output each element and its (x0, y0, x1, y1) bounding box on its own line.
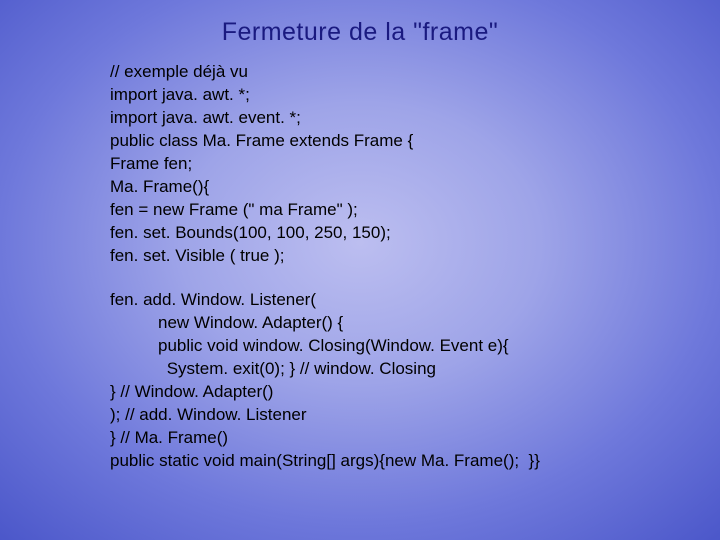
code-line: import java. awt. *; (110, 84, 720, 107)
code-line: fen. set. Bounds(100, 100, 250, 150); (110, 222, 720, 245)
blank-line (110, 267, 720, 289)
code-block: // exemple déjà vu import java. awt. *; … (110, 61, 720, 473)
code-line: public class Ma. Frame extends Frame { (110, 130, 720, 153)
code-line: import java. awt. event. *; (110, 107, 720, 130)
code-line: public static void main(String[] args){n… (110, 450, 720, 473)
code-line: ); // add. Window. Listener (110, 404, 720, 427)
slide-title: Fermeture de la "frame" (0, 0, 720, 61)
code-line: new Window. Adapter() { (110, 312, 720, 335)
code-line: // exemple déjà vu (110, 61, 720, 84)
code-line: Frame fen; (110, 153, 720, 176)
code-line: fen. add. Window. Listener( (110, 289, 720, 312)
code-line: } // Ma. Frame() (110, 427, 720, 450)
code-line: System. exit(0); } // window. Closing (110, 358, 720, 381)
code-line: } // Window. Adapter() (110, 381, 720, 404)
code-line: public void window. Closing(Window. Even… (110, 335, 720, 358)
code-line: fen = new Frame (" ma Frame" ); (110, 199, 720, 222)
code-line: fen. set. Visible ( true ); (110, 245, 720, 268)
code-line: Ma. Frame(){ (110, 176, 720, 199)
